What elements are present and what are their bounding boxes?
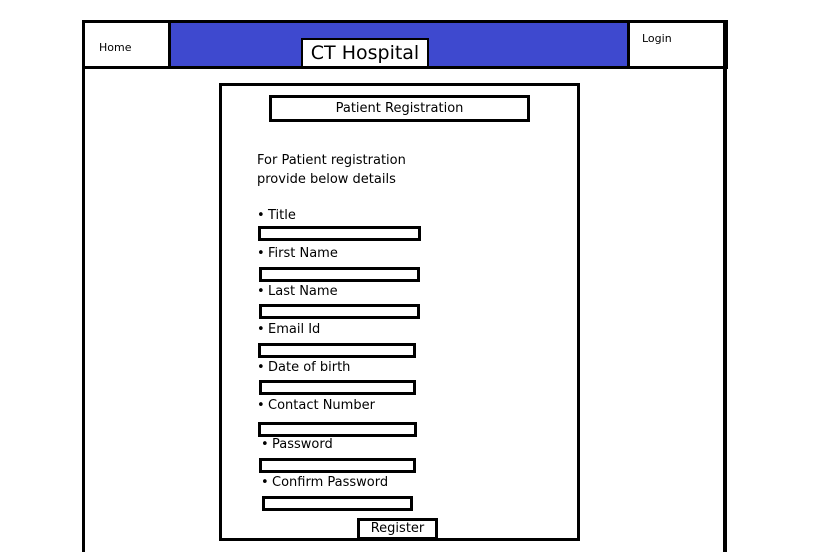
date-of-birth-input[interactable] — [259, 380, 416, 395]
login-nav-cell[interactable]: Login — [628, 20, 728, 69]
contact-number-input[interactable] — [258, 422, 417, 437]
form-title: Patient Registration — [269, 95, 530, 122]
email-input[interactable] — [258, 343, 416, 358]
home-link[interactable]: Home — [99, 41, 131, 54]
field-label-password: • Password — [261, 437, 333, 452]
first-name-input[interactable] — [259, 267, 420, 282]
page-frame-right — [723, 20, 727, 552]
register-button[interactable]: Register — [357, 518, 438, 540]
title-input[interactable] — [258, 226, 421, 241]
field-label-first-name: • First Name — [257, 246, 338, 261]
field-label-email: • Email Id — [257, 322, 321, 337]
field-label-confirm-password: • Confirm Password — [261, 475, 389, 490]
form-intro-line-1: For Patient registration — [257, 153, 406, 168]
page-frame-left — [82, 20, 85, 552]
home-nav-cell[interactable]: Home — [82, 20, 170, 69]
form-intro-line-2: provide below details — [257, 172, 396, 187]
field-label-contact-number: • Contact Number — [257, 398, 375, 413]
field-label-last-name: • Last Name — [257, 284, 338, 299]
form-intro: For Patient registration provide below d… — [257, 151, 457, 189]
last-name-input[interactable] — [259, 304, 420, 319]
site-title: CT Hospital — [301, 38, 429, 68]
login-link[interactable]: Login — [642, 32, 672, 45]
confirm-password-input[interactable] — [262, 496, 413, 511]
password-input[interactable] — [259, 458, 416, 473]
field-label-date-of-birth: • Date of birth — [257, 360, 351, 375]
field-label-title: • Title — [257, 208, 296, 223]
